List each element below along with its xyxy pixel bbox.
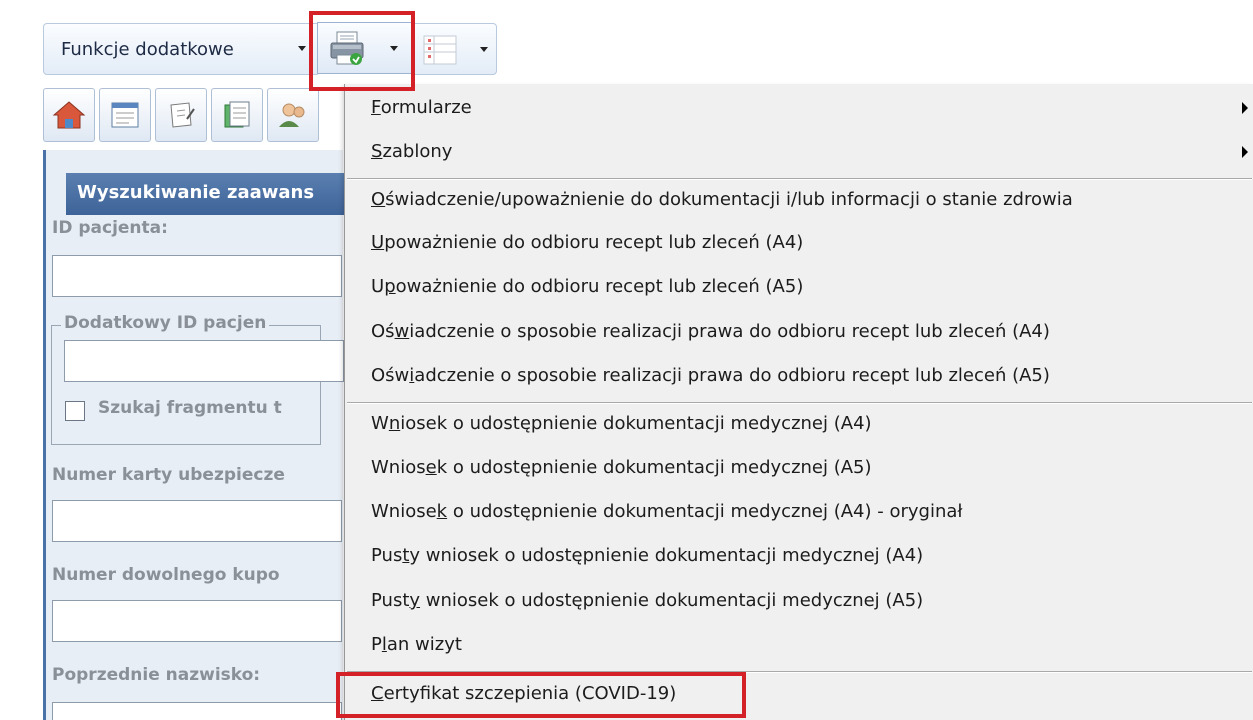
highlight-print-button [309, 11, 415, 91]
chevron-down-icon [480, 47, 488, 52]
patient-id-input[interactable] [52, 255, 342, 297]
chevron-down-icon [298, 46, 306, 51]
menu-item-oswiadczenie-sposob-a5[interactable]: Oświadczenie o sposobie realizacji prawa… [345, 356, 1253, 396]
menu-item-upowaznienie-a5[interactable]: Upoważnienie do odbioru recept lub zlece… [345, 267, 1253, 307]
advanced-search-header: Wyszukiwanie zaawans [66, 173, 366, 215]
search-fragment-label: Szukaj fragmentu t [98, 398, 282, 418]
previous-surname-input[interactable] [52, 702, 342, 720]
menu-item-label: Wniosek o udostępnienie dokumentacji med… [371, 457, 872, 478]
menu-item-oswiadczenie-sposob-a4[interactable]: Oświadczenie o sposobie realizacji prawa… [345, 312, 1253, 352]
additional-id-legend: Dodatkowy ID pacjen [61, 313, 270, 333]
view-layout-button[interactable] [413, 23, 497, 75]
view-layout-icon [423, 35, 457, 65]
submenu-arrow-icon [1242, 146, 1248, 158]
menu-item-wniosek-a5[interactable]: Wniosek o udostępnienie dokumentacji med… [345, 448, 1253, 488]
menu-item-label: Formularze [371, 97, 472, 118]
home-icon[interactable] [43, 88, 95, 142]
menu-item-szablony[interactable]: Szablony [345, 132, 1253, 172]
menu-item-wniosek-a4-oryginal[interactable]: Wniosek o udostępnienie dokumentacji med… [345, 492, 1253, 532]
coupon-number-input[interactable] [52, 600, 342, 642]
funkcje-dodatkowe-button[interactable]: Funkcje dodatkowe [43, 23, 320, 75]
menu-item-label: Plan wizyt [371, 634, 462, 655]
menu-item-wniosek-a4[interactable]: Wniosek o udostępnienie dokumentacji med… [345, 404, 1253, 444]
menu-item-oswiadczenie-upowaznienie[interactable]: Oświadczenie/upoważnienie do dokumentacj… [345, 180, 1253, 220]
menu-item-label: Pusty wniosek o udostępnienie dokumentac… [371, 545, 924, 566]
search-fragment-checkbox[interactable] [65, 401, 85, 421]
menu-item-upowaznienie-a4[interactable]: Upoważnienie do odbioru recept lub zlece… [345, 223, 1253, 263]
previous-surname-label: Poprzednie nazwisko: [52, 665, 261, 685]
menu-item-formularze[interactable]: Formularze [345, 88, 1253, 128]
menu-item-label: Pusty wniosek o udostępnienie dokumentac… [371, 590, 924, 611]
print-menu: Formularze Szablony Oświadczenie/upoważn… [344, 84, 1253, 720]
insurance-card-label: Numer karty ubezpiecze [52, 465, 285, 485]
coupon-number-label: Numer dowolnego kupo [52, 565, 280, 585]
menu-item-plan-wizyt[interactable]: Plan wizyt [345, 625, 1253, 665]
additional-id-input[interactable] [64, 340, 344, 382]
menu-item-label: Upoważnienie do odbioru recept lub zlece… [371, 276, 804, 297]
highlight-certyfikat-item [336, 672, 746, 718]
menu-item-label: Wniosek o udostępnienie dokumentacji med… [371, 413, 872, 434]
menu-item-label: Szablony [371, 141, 453, 162]
menu-item-label: Oświadczenie/upoważnienie do dokumentacj… [371, 189, 1073, 210]
menu-item-pusty-wniosek-a5[interactable]: Pusty wniosek o udostępnienie dokumentac… [345, 581, 1253, 621]
documents-green-icon[interactable] [211, 88, 263, 142]
menu-item-label: Upoważnienie do odbioru recept lub zlece… [371, 232, 804, 253]
calendar-form-icon[interactable] [99, 88, 151, 142]
menu-item-label: Oświadczenie o sposobie realizacji prawa… [371, 321, 1050, 342]
menu-item-pusty-wniosek-a4[interactable]: Pusty wniosek o udostępnienie dokumentac… [345, 536, 1253, 576]
patient-id-label: ID pacjenta: [52, 218, 168, 238]
document-pen-icon[interactable] [155, 88, 207, 142]
submenu-arrow-icon [1242, 102, 1248, 114]
menu-item-label: Wniosek o udostępnienie dokumentacji med… [371, 501, 963, 522]
quick-icons-row [43, 88, 319, 142]
users-icon[interactable] [267, 88, 319, 142]
insurance-card-input[interactable] [52, 500, 342, 542]
funkcje-dodatkowe-label: Funkcje dodatkowe [61, 38, 234, 60]
menu-item-label: Oświadczenie o sposobie realizacji prawa… [371, 365, 1050, 386]
